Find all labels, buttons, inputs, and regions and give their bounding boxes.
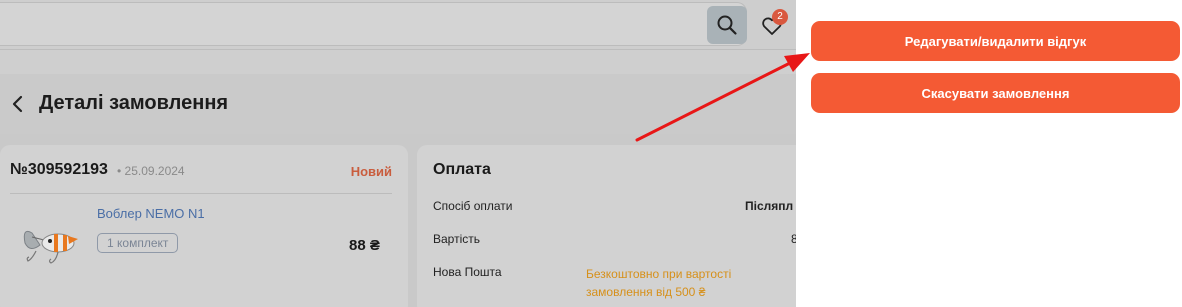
order-card: №309592193 • 25.09.2024 Новий Воблер NEM… — [0, 145, 408, 307]
product-image[interactable] — [18, 213, 80, 271]
search-button[interactable] — [707, 6, 747, 44]
product-name-link[interactable]: Воблер NEMO N1 — [97, 206, 205, 221]
order-number: №309592193 — [10, 161, 108, 178]
status-badge: Новий — [350, 164, 392, 179]
delivery-value: Безкоштовно при вартості замовлення від … — [586, 267, 732, 299]
payment-method-value: Післяпл — [745, 199, 794, 213]
quantity-tag: 1 комплект — [97, 233, 179, 253]
search-icon — [717, 15, 737, 35]
payment-method-label: Спосіб оплати — [433, 199, 513, 213]
product-price: 88 ₴ — [349, 237, 380, 254]
search-input[interactable] — [0, 2, 747, 46]
delivery-label: Нова Пошта — [433, 265, 502, 279]
top-bar: 2 — [0, 0, 796, 50]
order-details-page: Деталі замовлення №309592193 • 25.09.202… — [0, 74, 817, 307]
title-bar: Деталі замовлення — [0, 74, 796, 134]
divider — [10, 193, 392, 194]
favorites-count-badge: 2 — [772, 9, 788, 25]
cancel-order-button[interactable]: Скасувати замовлення — [811, 73, 1180, 113]
cost-label: Вартість — [433, 232, 480, 246]
order-date: • 25.09.2024 — [117, 164, 185, 178]
page-title: Деталі замовлення — [39, 92, 229, 114]
payment-title: Оплата — [433, 161, 491, 178]
payment-card: Оплата Спосіб оплати Післяпл Вартість 8 … — [417, 145, 817, 307]
chevron-left-icon[interactable] — [8, 94, 28, 114]
order-actions-panel: Редагувати/видалити відгук Скасувати зам… — [796, 0, 1182, 307]
edit-delete-review-button[interactable]: Редагувати/видалити відгук — [811, 21, 1180, 61]
